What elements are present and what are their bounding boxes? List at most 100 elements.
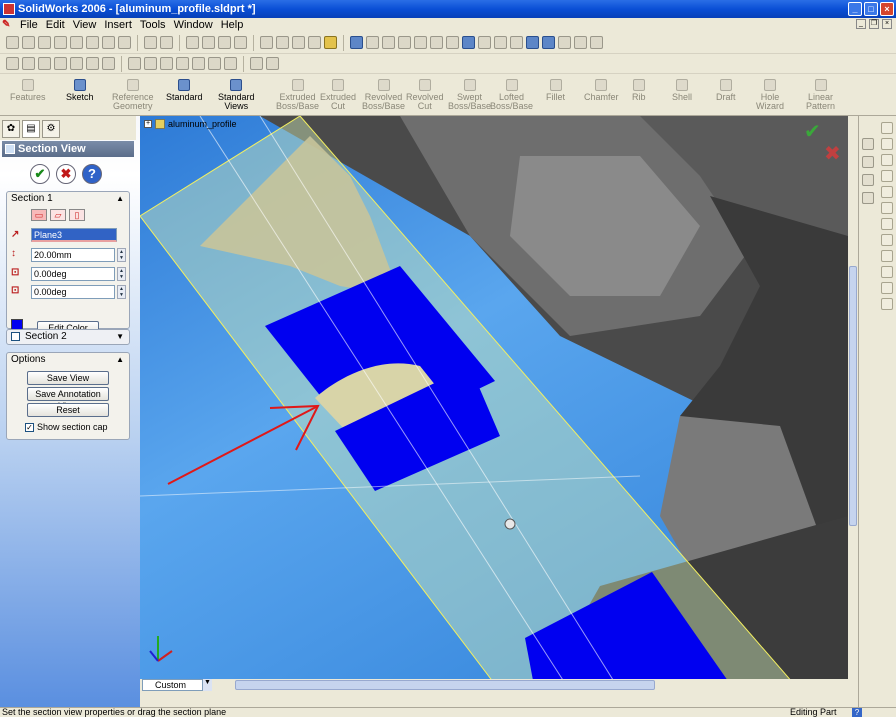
feature-icon[interactable] [881,138,893,150]
zoom-in-out-icon[interactable] [398,36,411,49]
rotate-x-spinner[interactable]: ▲ ▼ [117,267,126,281]
line-icon[interactable] [6,57,19,70]
feature-icon[interactable] [881,250,893,262]
previous-view-icon[interactable] [350,36,363,49]
zoom-to-selection-icon[interactable] [414,36,427,49]
shadows-icon[interactable] [558,36,571,49]
doc-minimize-button[interactable]: _ [856,19,866,29]
section-plane-handle[interactable] [504,518,516,530]
right-plane-icon[interactable]: ▯ [69,209,85,221]
pan-icon[interactable] [446,36,459,49]
close-button[interactable]: × [880,2,894,16]
color-icon[interactable] [292,36,305,49]
mirror-icon[interactable] [208,57,221,70]
reverse-direction-icon[interactable]: ↗ [11,229,25,243]
select-other-icon[interactable] [202,36,215,49]
trim-icon[interactable] [176,57,189,70]
menu-tools[interactable]: Tools [140,19,166,31]
collapse-icon[interactable]: ▲ [116,353,124,367]
texture-icon[interactable] [308,36,321,49]
command-lofted-boss-base[interactable]: Lofted Boss/Base [490,79,533,111]
feature-icon[interactable] [881,154,893,166]
move-entities-icon[interactable] [224,57,237,70]
command-extruded-boss-base[interactable]: Extruded Boss/Base [276,79,319,111]
command-revolved-cut[interactable]: Revolved Cut [406,79,444,111]
feature-icon[interactable] [881,282,893,294]
command-extruded-cut[interactable]: Extruded Cut [320,79,356,111]
collapse-icon[interactable]: ▲ [116,192,124,206]
reset-button[interactable]: Reset [27,403,109,417]
feature-tree-flyout[interactable]: + aluminum_profile [144,119,237,129]
offset-distance-input[interactable]: 20.00mm [31,248,115,262]
expand-tree-icon[interactable]: + [144,120,152,128]
horizontal-scroll-thumb[interactable] [235,680,655,690]
show-section-cap-checkbox[interactable]: ✓ [25,423,34,432]
sketch-fillet-icon[interactable] [128,57,141,70]
point-icon[interactable] [102,57,115,70]
front-plane-icon[interactable]: ▭ [31,209,47,221]
vertical-scrollbar[interactable] [848,116,858,691]
feature-icon[interactable] [881,266,893,278]
feature-icon[interactable] [881,186,893,198]
cancel-button[interactable]: ✖ [56,164,76,184]
section1-header[interactable]: Section 1 ▲ [7,192,129,206]
command-fillet[interactable]: Fillet [546,79,565,102]
maximize-button[interactable]: □ [864,2,878,16]
command-hole-wizard[interactable]: Hole Wizard [756,79,784,111]
feature-icon[interactable] [881,298,893,310]
extend-icon[interactable] [192,57,205,70]
command-rib[interactable]: Rib [632,79,646,102]
expand-icon[interactable]: ▼ [116,330,124,344]
circular-sketch-pattern-icon[interactable] [266,57,279,70]
select-icon[interactable] [186,36,199,49]
feature-icon[interactable] [881,218,893,230]
shaded-icon[interactable] [542,36,555,49]
command-features[interactable]: Features [10,79,46,102]
collapse-pane-icon[interactable] [862,192,874,204]
doc-close-button[interactable]: × [882,19,892,29]
configuration-manager-tab[interactable]: ⚙ [42,120,60,138]
linear-sketch-pattern-icon[interactable] [250,57,263,70]
menu-insert[interactable]: Insert [104,19,132,31]
new-icon[interactable] [6,36,19,49]
command-swept-boss-base[interactable]: Swept Boss/Base [448,79,491,111]
centerpoint-arc-icon[interactable] [38,57,51,70]
ok-button[interactable]: ✔ [30,164,50,184]
section2-checkbox[interactable] [11,332,20,341]
graphics-area[interactable]: ✔ ✖ + aluminum_profile [140,116,848,691]
top-plane-icon[interactable]: ▱ [50,209,66,221]
offset-spinner[interactable]: ▲ ▼ [117,248,126,262]
feature-icon[interactable] [881,122,893,134]
section2-header[interactable]: Section 2 ▼ [7,330,129,344]
home-icon[interactable] [862,138,874,150]
rotate-x-input[interactable]: 0.00deg [31,267,115,281]
open-icon[interactable] [22,36,35,49]
redo-icon[interactable] [160,36,173,49]
command-linear-pattern[interactable]: Linear Pattern [806,79,835,111]
minimize-button[interactable]: _ [848,2,862,16]
spline-icon[interactable] [86,57,99,70]
confirm-cancel-icon[interactable]: ✖ [824,141,841,165]
dropdown-arrow-icon[interactable]: ▼ [202,679,212,691]
save-annotation-view-button[interactable]: Save Annotation View [27,387,109,411]
options-icon[interactable] [234,36,247,49]
save-view-button[interactable]: Save View [27,371,109,385]
offset-entities-icon[interactable] [144,57,157,70]
help-button[interactable]: ? [82,164,102,184]
convert-entities-icon[interactable] [160,57,173,70]
rectangle-icon[interactable] [54,57,67,70]
menu-window[interactable]: Window [174,19,213,31]
shaded-with-edges-icon[interactable] [526,36,539,49]
rotate-view-icon[interactable] [430,36,443,49]
command-revolved-boss-base[interactable]: Revolved Boss/Base [362,79,405,111]
menu-help[interactable]: Help [221,19,244,31]
zoom-to-fit-icon[interactable] [366,36,379,49]
hidden-lines-removed-icon[interactable] [510,36,523,49]
property-manager-tab[interactable]: ▤ [22,120,40,138]
feature-icon[interactable] [881,202,893,214]
file-explorer-icon[interactable] [862,174,874,186]
circle-icon[interactable] [22,57,35,70]
save-icon[interactable] [38,36,51,49]
print-icon[interactable] [54,36,67,49]
section-plane-field[interactable]: Plane3 [31,228,117,242]
